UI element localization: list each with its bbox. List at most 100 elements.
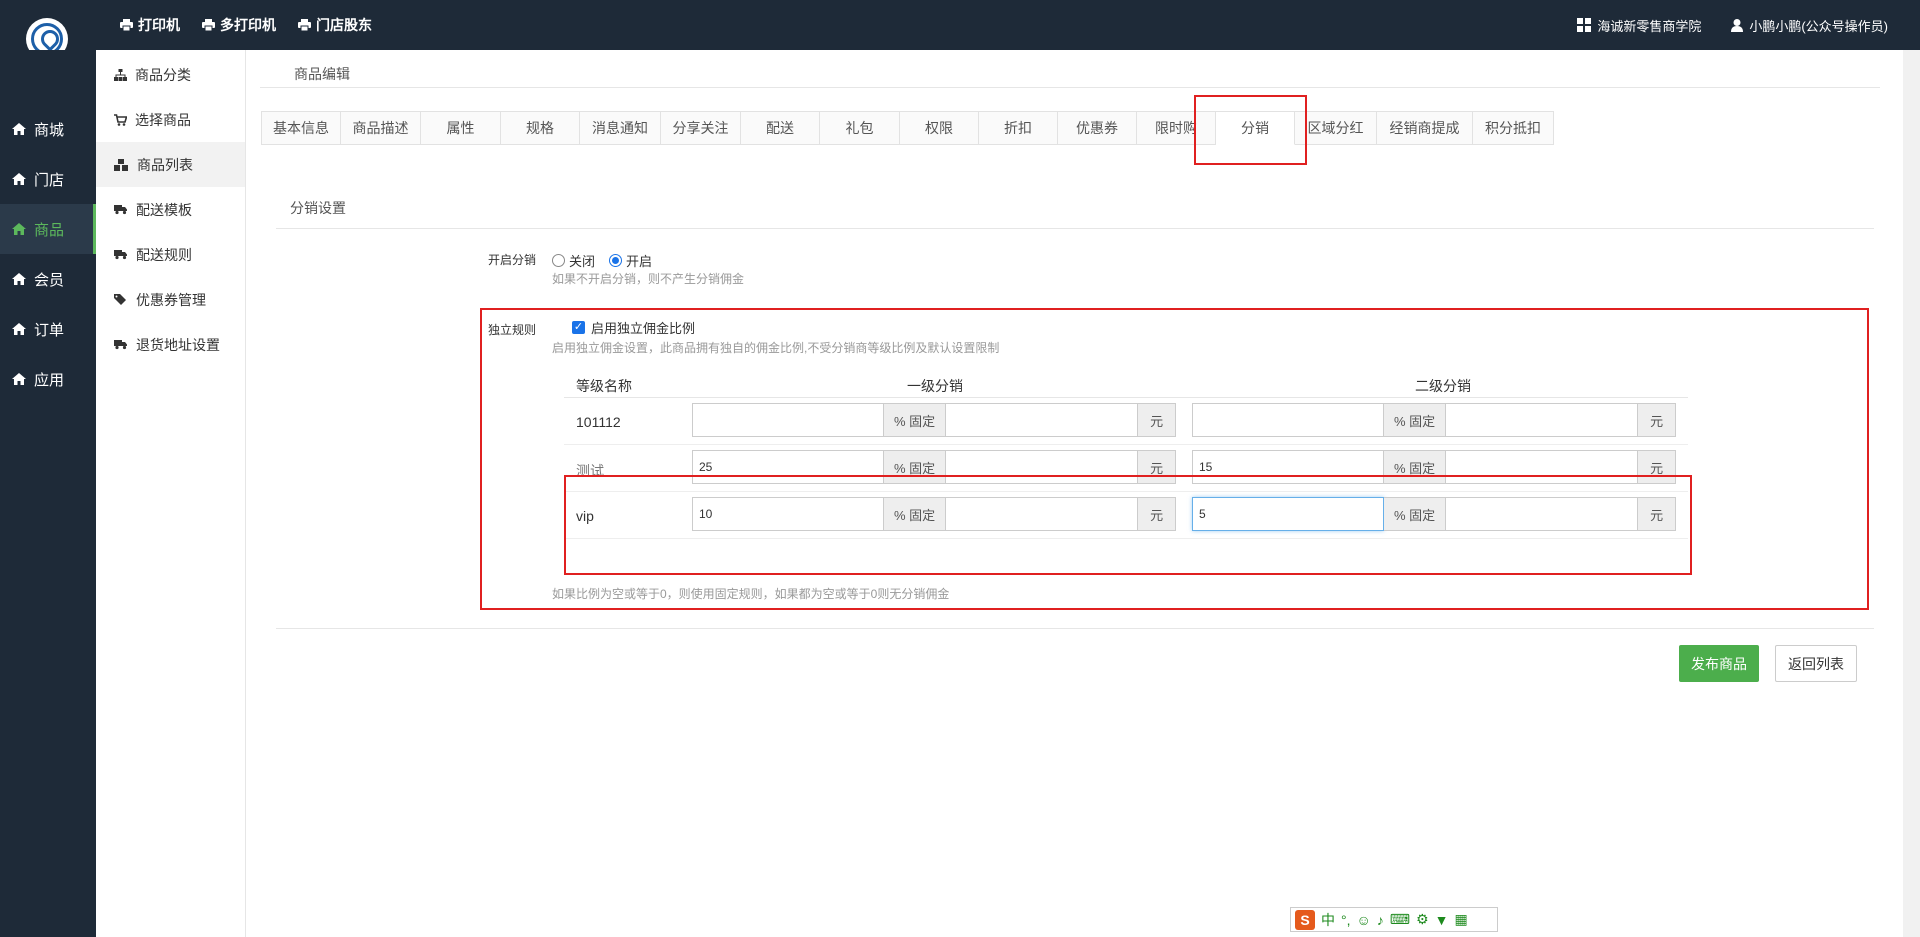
- home-icon: [12, 273, 26, 285]
- tab-attributes[interactable]: 属性: [421, 111, 501, 145]
- user-icon: [1731, 18, 1744, 32]
- tab-distribution[interactable]: 分销: [1216, 111, 1295, 145]
- tab-share-follow[interactable]: 分享关注: [661, 111, 741, 145]
- multi-printer-link-label: 多打印机: [220, 17, 276, 33]
- radio-on-circle[interactable]: [609, 254, 623, 267]
- sub-item-select-goods[interactable]: 选择商品: [96, 97, 245, 142]
- radio-off-circle[interactable]: [552, 254, 565, 267]
- back-to-list-button[interactable]: 返回列表: [1775, 645, 1857, 682]
- sogou-logo-icon: S: [1295, 909, 1315, 930]
- home-icon: [12, 173, 26, 185]
- keyboard-icon[interactable]: ⌨: [1390, 911, 1410, 928]
- nav-item-label: 门店: [34, 171, 65, 189]
- level2-fixed-input[interactable]: [1446, 450, 1639, 484]
- tab-discount[interactable]: 折扣: [979, 111, 1058, 145]
- tab-regional-bonus[interactable]: 区域分红: [1295, 111, 1377, 145]
- sub-item-goods-list[interactable]: 商品列表: [96, 142, 245, 187]
- sub-item-delivery-rules[interactable]: 配送规则: [96, 232, 245, 277]
- level2-percent-input[interactable]: 15: [1192, 450, 1384, 484]
- emoji-icon[interactable]: ☺: [1357, 912, 1371, 928]
- table-row: vip 10 % 固定 元 5 % 固定 元: [564, 492, 1688, 539]
- level2-fixed-input[interactable]: [1446, 497, 1639, 531]
- percent-addon: % 固定: [884, 403, 947, 437]
- skin-icon[interactable]: ▼: [1435, 912, 1449, 928]
- tab-dealer-commission[interactable]: 经销商提成: [1377, 111, 1473, 145]
- checkbox-label: 启用独立佣金比例: [591, 321, 696, 336]
- enable-distribution-label: 开启分销: [488, 253, 537, 267]
- level1-fixed-input[interactable]: [946, 450, 1139, 484]
- sub-item-label: 退货地址设置: [136, 336, 220, 353]
- sub-item-label: 商品列表: [137, 156, 193, 173]
- ime-toolbar[interactable]: S 中 °, ☺ ♪ ⌨ ⚙ ▼ ▦: [1290, 907, 1498, 932]
- tab-description[interactable]: 商品描述: [341, 111, 421, 145]
- table-header: 等级名称 一级分销 二级分销: [564, 370, 1688, 398]
- cubes-icon: [114, 158, 129, 171]
- tab-specs[interactable]: 规格: [501, 111, 580, 145]
- multi-printer-link[interactable]: 多打印机: [202, 15, 276, 35]
- nav-item-mall[interactable]: 商城: [0, 104, 96, 154]
- sub-item-label: 优惠券管理: [136, 291, 206, 308]
- tab-points-deduction[interactable]: 积分抵扣: [1473, 111, 1554, 145]
- sub-item-return-address[interactable]: 退货地址设置: [96, 322, 245, 367]
- radio-off[interactable]: 关闭: [552, 251, 595, 270]
- tab-flash-sale[interactable]: 限时购: [1137, 111, 1216, 145]
- level1-fixed-input[interactable]: [946, 403, 1139, 437]
- level1-percent-input[interactable]: 10: [692, 497, 884, 531]
- academy-link[interactable]: 海诚新零售商学院: [1577, 16, 1701, 35]
- level2-percent-input[interactable]: 5: [1192, 497, 1384, 531]
- section-title: 分销设置: [290, 200, 346, 216]
- percent-addon: % 固定: [884, 497, 947, 531]
- printer-link-label: 打印机: [138, 17, 180, 33]
- nav-item-member[interactable]: 会员: [0, 254, 96, 304]
- percent-addon: % 固定: [884, 450, 947, 484]
- tab-gift-pack[interactable]: 礼包: [820, 111, 900, 145]
- top-bar: 打印机 多打印机 门店股东 海诚新零售商学院 小鹏小鹏(公众号操作员): [0, 0, 1920, 60]
- nav-item-order[interactable]: 订单: [0, 304, 96, 354]
- microphone-icon[interactable]: ♪: [1377, 912, 1384, 928]
- nav-item-app[interactable]: 应用: [0, 354, 96, 404]
- radio-on[interactable]: 开启: [609, 251, 652, 270]
- main-content: 商品编辑 基本信息 商品描述 属性 规格 消息通知 分享关注 配送 礼包 权限 …: [246, 50, 1920, 937]
- sub-item-category[interactable]: 商品分类: [96, 52, 245, 97]
- sub-item-delivery-template[interactable]: 配送模板: [96, 187, 245, 232]
- punctuation-icon[interactable]: °,: [1341, 912, 1351, 928]
- level2-input-group: 15 % 固定 元: [1192, 450, 1677, 484]
- tab-basic-info[interactable]: 基本信息: [261, 111, 341, 145]
- sub-item-coupons[interactable]: 优惠券管理: [96, 277, 245, 322]
- tab-notifications[interactable]: 消息通知: [580, 111, 661, 145]
- checkbox-checked-icon[interactable]: ✓: [572, 321, 585, 334]
- level2-fixed-input[interactable]: [1446, 403, 1639, 437]
- printer-icon: [298, 19, 311, 31]
- tab-delivery[interactable]: 配送: [741, 111, 820, 145]
- nav-item-store[interactable]: 门店: [0, 154, 96, 204]
- ime-lang[interactable]: 中: [1321, 910, 1335, 930]
- yuan-addon: 元: [1138, 450, 1177, 484]
- level1-percent-input[interactable]: 25: [692, 450, 884, 484]
- sub-menu: 商品分类 选择商品 商品列表 配送模板 配送规则 优惠券管理 退货地址设置: [96, 50, 246, 937]
- independent-commission-checkbox[interactable]: ✓ 启用独立佣金比例: [572, 318, 695, 337]
- tab-bar: 基本信息 商品描述 属性 规格 消息通知 分享关注 配送 礼包 权限 折扣 优惠…: [261, 111, 1554, 145]
- footer-help-text: 如果比例为空或等于0，则使用固定规则，如果都为空或等于0则无分销佣金: [552, 587, 950, 601]
- grid-icon[interactable]: ▦: [1454, 911, 1467, 928]
- tab-permissions[interactable]: 权限: [900, 111, 979, 145]
- tab-coupons[interactable]: 优惠券: [1058, 111, 1137, 145]
- level1-fixed-input[interactable]: [946, 497, 1139, 531]
- academy-label: 海诚新零售商学院: [1597, 18, 1702, 34]
- level2-percent-input[interactable]: [1192, 403, 1384, 437]
- level1-percent-input[interactable]: [692, 403, 884, 437]
- tools-icon[interactable]: ⚙: [1416, 911, 1429, 928]
- sub-item-label: 配送规则: [136, 246, 192, 263]
- store-shareholder-link[interactable]: 门店股东: [298, 15, 372, 35]
- scrollbar[interactable]: [1903, 50, 1920, 937]
- publish-button[interactable]: 发布商品: [1679, 645, 1759, 682]
- percent-addon: % 固定: [1384, 497, 1447, 531]
- printer-link[interactable]: 打印机: [120, 15, 180, 35]
- nav-item-label: 订单: [34, 321, 65, 339]
- nav-item-goods[interactable]: 商品: [0, 204, 96, 254]
- yuan-addon: 元: [1638, 403, 1677, 437]
- level1-input-group: 25 % 固定 元: [692, 450, 1177, 484]
- divider: [260, 87, 1880, 88]
- independent-help-text: 启用独立佣金设置，此商品拥有独自的佣金比例,不受分销商等级比例及默认设置限制: [552, 341, 1000, 355]
- user-menu[interactable]: 小鹏小鹏(公众号操作员): [1731, 16, 1888, 35]
- level-name: 101112: [576, 414, 621, 430]
